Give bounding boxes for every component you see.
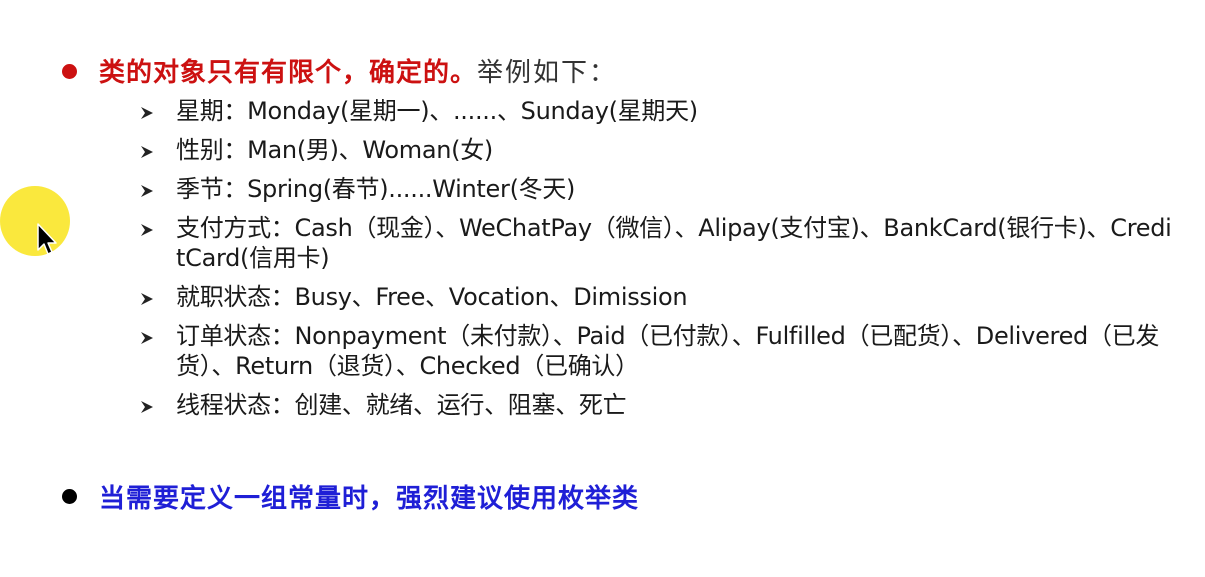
black-bullet-icon — [62, 489, 77, 504]
red-bullet-icon — [62, 64, 77, 79]
list-item-text: 订单状态：Nonpayment（未付款）、Paid（已付款）、Fulfilled… — [176, 322, 1160, 380]
arrow-bullet-icon — [140, 282, 162, 306]
list-item: 季节：Spring(春节)......Winter(冬天) — [140, 174, 1180, 204]
arrow-bullet-icon — [140, 390, 162, 414]
list-item: 订单状态：Nonpayment（未付款）、Paid（已付款）、Fulfilled… — [140, 321, 1180, 381]
bullet-enum-recommendation: 当需要定义一组常量时，强烈建议使用枚举类 — [62, 478, 639, 515]
list-item-text: 性别：Man(男)、Woman(女) — [176, 136, 493, 164]
arrow-bullet-icon — [140, 174, 162, 198]
arrow-bullet-icon — [140, 135, 162, 159]
cursor-highlight-circle — [0, 186, 70, 256]
arrow-bullet-icon — [140, 213, 162, 237]
list-item: 支付方式：Cash（现金）、WeChatPay（微信）、Alipay(支付宝)、… — [140, 213, 1180, 273]
bullet1-tail-text: 举例如下： — [477, 58, 618, 88]
list-item-text: 就职状态：Busy、Free、Vocation、Dimission — [176, 283, 688, 311]
examples-list: 星期：Monday(星期一)、......、Sunday(星期天) 性别：Man… — [140, 96, 1180, 429]
bullet-enum-definition: 类的对象只有有限个，确定的。 举例如下： — [62, 52, 617, 89]
bullet2-blue-text: 当需要定义一组常量时，强烈建议使用枚举类 — [99, 484, 640, 514]
list-item: 就职状态：Busy、Free、Vocation、Dimission — [140, 282, 1180, 312]
list-item: 性别：Man(男)、Woman(女) — [140, 135, 1180, 165]
list-item: 线程状态：创建、就绪、运行、阻塞、死亡 — [140, 390, 1180, 420]
arrow-bullet-icon — [140, 321, 162, 345]
bullet1-red-text: 类的对象只有有限个，确定的。 — [99, 58, 478, 88]
mouse-cursor-icon — [36, 222, 58, 260]
list-item: 星期：Monday(星期一)、......、Sunday(星期天) — [140, 96, 1180, 126]
list-item-text: 季节：Spring(春节)......Winter(冬天) — [176, 175, 576, 203]
list-item-text: 线程状态：创建、就绪、运行、阻塞、死亡 — [176, 391, 627, 419]
arrow-bullet-icon — [140, 96, 162, 120]
list-item-text: 支付方式：Cash（现金）、WeChatPay（微信）、Alipay(支付宝)、… — [176, 214, 1172, 272]
list-item-text: 星期：Monday(星期一)、......、Sunday(星期天) — [176, 97, 698, 125]
slide: 类的对象只有有限个，确定的。 举例如下： 星期：Monday(星期一)、....… — [0, 0, 1205, 577]
